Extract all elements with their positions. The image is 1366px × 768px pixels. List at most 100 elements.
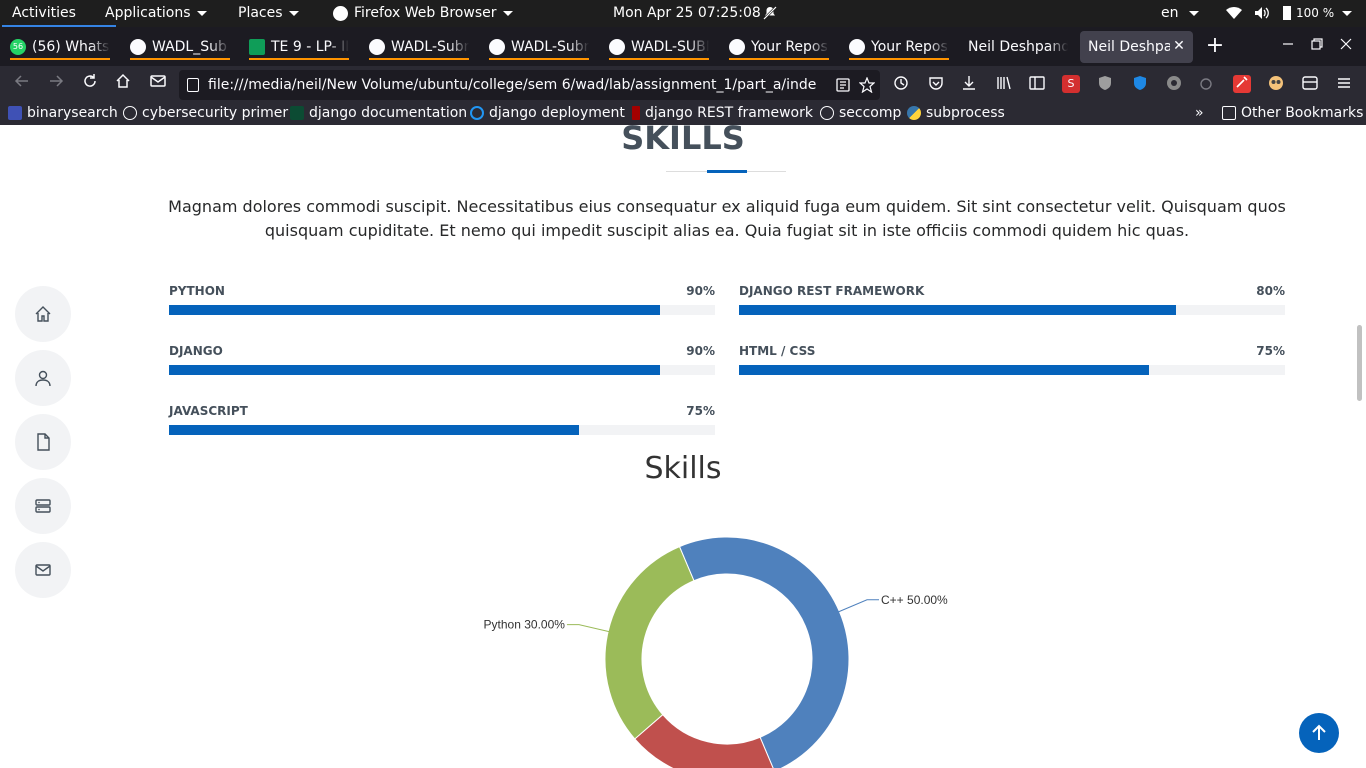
activities-button[interactable]: Activities xyxy=(12,0,76,27)
downloads-icon[interactable] xyxy=(960,75,978,93)
ublock-icon[interactable] xyxy=(1131,75,1149,93)
tab-indicator xyxy=(489,58,589,60)
screenshot-icon[interactable] xyxy=(1301,75,1319,93)
language-label: en xyxy=(1161,5,1179,21)
page-scrollbar-thumb[interactable] xyxy=(1357,325,1362,401)
tab-github-2[interactable]: WADL-Subn xyxy=(369,31,469,63)
app-name-label: Firefox Web Browser xyxy=(354,5,497,21)
github-icon xyxy=(609,39,625,55)
pocket-icon[interactable] xyxy=(927,75,945,93)
tab-indicator xyxy=(609,58,709,60)
volume-icon[interactable] xyxy=(1254,0,1270,27)
tab-indicator xyxy=(10,58,110,60)
bookmarks-overflow-icon[interactable]: » xyxy=(1195,102,1204,125)
nav-about-button[interactable] xyxy=(15,350,71,406)
other-bookmarks-label: Other Bookmarks xyxy=(1241,105,1364,121)
bookmark-seccomp[interactable]: seccomp xyxy=(820,102,901,125)
back-icon[interactable] xyxy=(11,73,33,95)
server-icon xyxy=(35,499,51,513)
mail-icon[interactable] xyxy=(147,73,169,95)
minimize-icon[interactable] xyxy=(1278,36,1298,56)
tab-whatsapp[interactable]: 56(56) WhatsA xyxy=(10,31,110,63)
places-label: Places xyxy=(238,5,283,21)
donut-slice-python[interactable] xyxy=(604,545,695,740)
forward-icon[interactable] xyxy=(45,73,67,95)
clock[interactable]: Mon Apr 25 07:25:08 xyxy=(613,0,761,27)
bookmark-star-icon[interactable] xyxy=(858,70,876,100)
chevron-down-icon xyxy=(288,10,299,16)
binarysearch-icon xyxy=(8,106,22,120)
donut-leader-line xyxy=(566,624,611,633)
bookmark-label: seccomp xyxy=(839,105,902,121)
close-window-icon[interactable] xyxy=(1336,36,1356,56)
hamburger-menu-icon[interactable] xyxy=(1335,75,1353,93)
donut-label: C++ 50.00% xyxy=(881,593,948,607)
bookmark-binarysearch[interactable]: binarysearch xyxy=(8,102,118,125)
history-icon[interactable] xyxy=(892,75,910,93)
system-top-bar: Activities Applications Places Firefox W… xyxy=(0,0,1366,27)
bookmark-drf[interactable]: django REST framework xyxy=(632,102,813,125)
notifications-off-icon xyxy=(763,0,777,27)
tab-github-3[interactable]: WADL-Subn xyxy=(489,31,589,63)
battery-label: 100 % xyxy=(1296,6,1335,20)
globe-icon xyxy=(820,106,834,120)
dark-reader-icon[interactable] xyxy=(1198,75,1216,93)
color-picker-icon[interactable] xyxy=(1233,75,1251,93)
tab-github-5[interactable]: Your Repos xyxy=(729,31,829,63)
tab-portfolio-1[interactable]: Neil Deshpand xyxy=(968,31,1068,63)
github-icon xyxy=(369,39,385,55)
reload-icon[interactable] xyxy=(79,73,101,95)
donut-slice-java[interactable] xyxy=(634,713,775,768)
places-menu[interactable]: Places xyxy=(238,0,299,27)
restore-icon[interactable] xyxy=(1307,36,1327,56)
bookmark-label: binarysearch xyxy=(27,105,118,121)
folder-icon xyxy=(1222,106,1236,120)
library-icon[interactable] xyxy=(995,75,1013,93)
close-tab-icon[interactable]: ✕ xyxy=(1171,36,1187,56)
tab-label: Neil Deshpar xyxy=(1088,39,1170,55)
avatar-extension-icon[interactable] xyxy=(1267,75,1285,93)
firefox-icon xyxy=(333,5,348,21)
applications-menu[interactable]: Applications xyxy=(105,0,207,27)
whatsapp-icon: 56 xyxy=(10,39,26,55)
tab-github-1[interactable]: WADL_Sub xyxy=(130,31,230,63)
other-bookmarks[interactable]: Other Bookmarks xyxy=(1222,102,1363,125)
bookmark-django-deployment[interactable]: django deployment xyxy=(470,102,625,125)
wifi-icon[interactable] xyxy=(1226,0,1242,27)
home-icon[interactable] xyxy=(112,73,134,95)
arrow-up-icon xyxy=(1312,724,1326,740)
python-icon xyxy=(907,106,921,120)
url-bar[interactable]: file:///media/neil/New Volume/ubuntu/col… xyxy=(179,70,880,100)
home-icon xyxy=(35,306,51,322)
nav-services-button[interactable] xyxy=(15,478,71,534)
tab-github-4[interactable]: WADL-SUBN xyxy=(609,31,709,63)
tab-github-6[interactable]: Your Repos xyxy=(849,31,949,63)
reader-view-icon[interactable] xyxy=(836,70,850,100)
applications-label: Applications xyxy=(105,5,191,21)
bookmark-cybersecurity[interactable]: cybersecurity primer xyxy=(123,102,288,125)
nav-resume-button[interactable] xyxy=(15,414,71,470)
tab-indicator xyxy=(849,58,949,60)
chevron-down-icon xyxy=(1188,10,1199,16)
new-tab-button[interactable]: + xyxy=(1205,34,1225,58)
bookmark-subprocess[interactable]: subprocess xyxy=(907,102,1005,125)
tab-sheets[interactable]: TE 9 - LP- II xyxy=(249,31,349,63)
app-menu[interactable]: Firefox Web Browser xyxy=(333,0,513,27)
battery-indicator[interactable]: 100 % xyxy=(1283,0,1353,27)
bookmark-django-docs[interactable]: django documentation xyxy=(290,102,467,125)
language-indicator[interactable]: en xyxy=(1161,0,1199,27)
tab-fade xyxy=(1048,31,1068,63)
nav-home-button[interactable] xyxy=(15,286,71,342)
nav-contact-button[interactable] xyxy=(15,542,71,598)
donut-label: Python 30.00% xyxy=(484,618,566,632)
back-to-top-button[interactable] xyxy=(1299,713,1339,753)
shield-icon[interactable] xyxy=(1096,75,1114,93)
sidebar-icon[interactable] xyxy=(1028,75,1046,93)
s-extension-icon[interactable]: S xyxy=(1062,75,1080,93)
sheets-icon xyxy=(249,39,265,55)
tab-indicator xyxy=(249,58,349,60)
donut-slice-c[interactable] xyxy=(678,536,850,768)
tab-indicator xyxy=(369,58,469,60)
bookmark-label: django deployment xyxy=(489,105,625,121)
privacy-extension-icon[interactable] xyxy=(1165,75,1183,93)
